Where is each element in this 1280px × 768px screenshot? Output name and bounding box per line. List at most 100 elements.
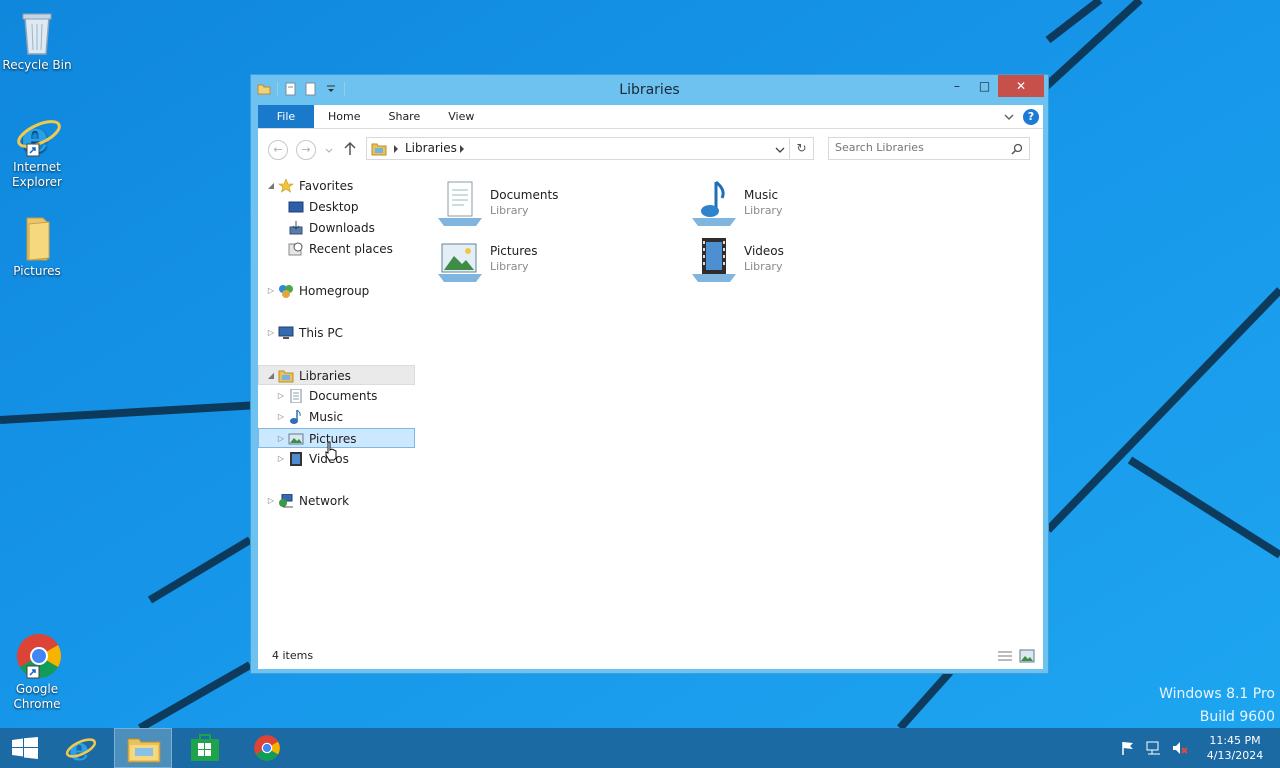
- explorer-window: Libraries – □ ✕ File Home Share View ? ←…: [250, 74, 1049, 674]
- volume-muted-icon[interactable]: [1172, 740, 1188, 756]
- breadcrumb-arrow-icon[interactable]: [393, 145, 399, 153]
- pictures-icon: [288, 433, 304, 445]
- large-icons-view-icon[interactable]: [1019, 649, 1035, 663]
- nav-item-network[interactable]: ▷ Network: [258, 491, 415, 511]
- libraries-icon: [278, 370, 294, 383]
- window-title: Libraries: [619, 82, 680, 98]
- store-icon: [191, 734, 219, 761]
- clock-time: 11:45 PM: [1209, 734, 1261, 747]
- taskbar: e 11:45 PM 4/13/2024: [0, 728, 1280, 768]
- status-bar-count: 4 items: [272, 649, 314, 662]
- search-input[interactable]: [835, 141, 1005, 154]
- libraries-icon: [371, 143, 387, 156]
- search-icon[interactable]: [1011, 143, 1023, 155]
- watermark-edition: Windows 8.1 Pro: [1159, 686, 1275, 702]
- desktop-icon-internet-explorer[interactable]: e Internet Explorer: [0, 110, 74, 190]
- ribbon-controls: ?: [1003, 109, 1039, 125]
- nav-item-this-pc[interactable]: ▷ This PC: [258, 323, 415, 343]
- nav-item-label: Desktop: [309, 200, 359, 214]
- start-button[interactable]: [0, 728, 50, 768]
- desktop-icon-label: Pictures: [13, 264, 61, 278]
- tab-file[interactable]: File: [258, 105, 314, 128]
- hand-cursor-icon: [325, 441, 337, 461]
- nav-item-label: Recent places: [309, 242, 393, 256]
- nav-item-desktop[interactable]: Desktop: [258, 197, 415, 217]
- library-documents[interactable]: Documents Library: [436, 180, 656, 230]
- collapse-arrow-icon[interactable]: ◢: [266, 176, 276, 196]
- nav-item-label: Downloads: [309, 221, 375, 235]
- videos-library-icon: [692, 238, 736, 282]
- recent-places-icon: [288, 242, 303, 256]
- tab-home[interactable]: Home: [314, 105, 374, 128]
- help-icon[interactable]: ?: [1023, 109, 1039, 125]
- windows-build-watermark: Windows 8.1 Pro Build 9600: [1159, 683, 1275, 729]
- taskbar-file-explorer[interactable]: [114, 728, 172, 768]
- taskbar-google-chrome[interactable]: [238, 728, 296, 768]
- computer-icon: [278, 326, 294, 339]
- clock-date: 4/13/2024: [1206, 749, 1264, 762]
- file-name: Pictures: [490, 244, 538, 258]
- library-videos[interactable]: Videos Library: [690, 236, 910, 286]
- star-icon: [278, 179, 294, 193]
- desktop-icon-pictures[interactable]: Pictures: [0, 214, 74, 279]
- details-view-icon[interactable]: [997, 649, 1013, 663]
- nav-item-libraries[interactable]: ◢ Libraries: [258, 365, 415, 385]
- documents-library-icon: [438, 181, 482, 226]
- library-pictures[interactable]: Pictures Library: [436, 236, 656, 286]
- chrome-icon: [254, 735, 280, 761]
- expand-arrow-icon[interactable]: ▷: [276, 449, 286, 469]
- expand-arrow-icon[interactable]: ▷: [276, 407, 286, 427]
- maximize-button[interactable]: □: [971, 75, 998, 97]
- nav-item-downloads[interactable]: Downloads: [258, 218, 415, 238]
- clock[interactable]: 11:45 PM 4/13/2024: [1198, 733, 1272, 763]
- music-library-icon: [692, 180, 736, 226]
- internet-explorer-icon: e: [13, 110, 61, 163]
- library-music[interactable]: Music Library: [690, 180, 910, 230]
- taskbar-store[interactable]: [176, 728, 234, 768]
- expand-arrow-icon[interactable]: ▷: [276, 429, 286, 449]
- file-explorer-icon: [127, 738, 161, 763]
- search-box[interactable]: [828, 137, 1030, 160]
- documents-icon: [290, 389, 302, 403]
- expand-arrow-icon[interactable]: ▷: [276, 386, 286, 406]
- desktop-icon-recycle-bin[interactable]: Recycle Bin: [0, 8, 74, 73]
- address-bar[interactable]: Libraries: [366, 137, 790, 160]
- file-name: Documents: [490, 188, 559, 202]
- expand-ribbon-chevron-icon[interactable]: [1003, 111, 1015, 123]
- desktop-icon-label: Internet Explorer: [12, 160, 62, 189]
- nav-item-recent-places[interactable]: Recent places: [258, 239, 415, 259]
- nav-item-homegroup[interactable]: ▷ Homegroup: [258, 281, 415, 301]
- collapse-arrow-icon[interactable]: ◢: [266, 366, 276, 386]
- folder-icon: [13, 214, 61, 262]
- taskbar-internet-explorer[interactable]: e: [52, 728, 110, 768]
- network-status-icon[interactable]: [1146, 740, 1162, 756]
- breadcrumb-libraries[interactable]: Libraries: [405, 141, 457, 155]
- nav-item-documents[interactable]: ▷ Documents: [258, 386, 415, 406]
- nav-item-label: This PC: [299, 326, 343, 340]
- desktop-icon-google-chrome[interactable]: Google Chrome: [0, 632, 74, 712]
- recent-locations-chevron-icon[interactable]: [324, 147, 334, 155]
- expand-arrow-icon[interactable]: ▷: [266, 323, 276, 343]
- desktop-icon-label: Google Chrome: [13, 682, 61, 711]
- action-center-flag-icon[interactable]: [1120, 740, 1136, 756]
- chrome-icon: [13, 632, 61, 680]
- tab-share[interactable]: Share: [374, 105, 434, 128]
- up-arrow-icon[interactable]: [344, 142, 356, 156]
- close-button[interactable]: ✕: [998, 75, 1044, 97]
- nav-item-music[interactable]: ▷ Music: [258, 407, 415, 427]
- breadcrumb-arrow-icon[interactable]: [459, 145, 465, 153]
- ribbon-tabs: File Home Share View ?: [258, 105, 1043, 129]
- address-dropdown-chevron-icon[interactable]: [775, 146, 785, 154]
- refresh-button[interactable]: ↻: [790, 137, 814, 160]
- forward-button[interactable]: →: [296, 140, 316, 160]
- expand-arrow-icon[interactable]: ▷: [266, 281, 276, 301]
- minimize-button[interactable]: –: [943, 75, 971, 97]
- title-bar[interactable]: Libraries – □ ✕: [251, 75, 1048, 105]
- tab-view[interactable]: View: [434, 105, 488, 128]
- nav-item-favorites[interactable]: ◢ Favorites: [258, 176, 415, 196]
- back-button[interactable]: ←: [268, 140, 288, 160]
- music-note-icon: [290, 410, 301, 424]
- windows-logo-icon: [12, 737, 38, 759]
- expand-arrow-icon[interactable]: ▷: [266, 491, 276, 511]
- close-icon: ✕: [1015, 79, 1027, 93]
